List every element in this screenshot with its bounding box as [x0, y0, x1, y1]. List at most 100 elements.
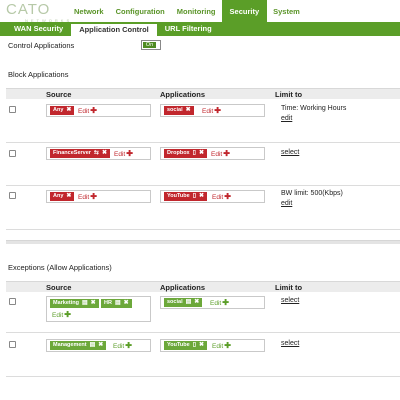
limit-select-link[interactable]: select: [281, 340, 299, 347]
close-icon[interactable]: ✖: [102, 150, 107, 156]
close-icon[interactable]: ✖: [124, 300, 129, 306]
close-icon[interactable]: ✖: [186, 107, 191, 113]
source-edit-button[interactable]: Edit✚: [113, 341, 132, 350]
plus-icon: ✚: [224, 341, 231, 350]
main-nav: Network Configuration Monitoring Securit…: [68, 0, 306, 22]
tab-wan-security[interactable]: WAN Security: [0, 22, 71, 36]
column-limit: Limit to: [275, 90, 303, 99]
tab-url-filtering[interactable]: URL Filtering: [157, 22, 220, 36]
apps-field[interactable]: social ✖ Edit✚: [160, 104, 265, 117]
row-checkbox[interactable]: [9, 298, 16, 305]
block-row: Any ✖ Edit✚ social ✖ Edit✚ Time: Working H…: [6, 100, 400, 143]
top-header: CATO NETWORKS Network Configuration Moni…: [0, 0, 400, 23]
limit-text: Time: Working Hours: [281, 105, 347, 112]
close-icon[interactable]: ✖: [91, 300, 96, 306]
nav-network[interactable]: Network: [68, 0, 110, 22]
server-icon: ⇆: [93, 150, 99, 156]
apps-field[interactable]: YouTube ▯ ✖ Edit✚: [160, 339, 265, 352]
plus-icon: ✚: [222, 298, 229, 307]
app-tag: Dropbox ▯ ✖: [164, 149, 207, 158]
plus-icon: ✚: [224, 192, 231, 201]
source-tag: Management ▤ ✖: [50, 341, 107, 350]
close-icon[interactable]: ✖: [98, 342, 103, 348]
source-field[interactable]: Any ✖ Edit✚: [46, 190, 151, 203]
limit-edit-link[interactable]: edit: [281, 200, 292, 207]
column-applications: Applications: [160, 90, 206, 99]
nav-configuration[interactable]: Configuration: [110, 0, 171, 22]
toggle-state: On: [143, 42, 156, 48]
source-tag: Any ✖: [50, 192, 75, 201]
apps-edit-button[interactable]: Edit✚: [202, 106, 221, 115]
source-field[interactable]: Marketing ▤ ✖ HR ▤ ✖ Edit✚: [46, 296, 151, 322]
apps-edit-button[interactable]: Edit✚: [210, 298, 229, 307]
close-icon[interactable]: ✖: [66, 107, 71, 113]
plus-icon: ✚: [214, 106, 221, 115]
nav-monitoring[interactable]: Monitoring: [171, 0, 222, 22]
apps-edit-button[interactable]: Edit✚: [212, 192, 231, 201]
plus-icon: ✚: [125, 341, 132, 350]
row-checkbox[interactable]: [9, 150, 16, 157]
close-icon[interactable]: ✖: [199, 342, 204, 348]
source-field[interactable]: Any ✖ Edit✚: [46, 104, 151, 117]
control-applications-toggle[interactable]: On: [141, 40, 161, 50]
source-tag: HR ▤ ✖: [101, 299, 132, 308]
exceptions-table-header: Source Applications Limit to: [6, 281, 400, 292]
block-applications-title: Block Applications: [8, 70, 69, 79]
logo-text: CATO: [6, 1, 51, 18]
mobile-icon: ▯: [192, 193, 197, 199]
mobile-icon: ▯: [192, 342, 197, 348]
source-field[interactable]: Management ▤ ✖ Edit✚: [46, 339, 151, 352]
app-tag: social ▤ ✖: [164, 298, 203, 307]
source-edit-button[interactable]: Edit✚: [52, 310, 71, 319]
source-field[interactable]: FinanceServer ⇆ ✖ Edit✚: [46, 147, 151, 160]
close-icon[interactable]: ✖: [194, 299, 199, 305]
close-icon[interactable]: ✖: [199, 150, 204, 156]
block-table-header: Source Applications Limit to: [6, 88, 400, 99]
plus-icon: ✚: [90, 106, 97, 115]
plus-icon: ✚: [126, 149, 133, 158]
source-edit-button[interactable]: Edit✚: [114, 149, 133, 158]
close-icon[interactable]: ✖: [66, 193, 71, 199]
source-tag: Any ✖: [50, 106, 75, 115]
close-icon[interactable]: ✖: [199, 193, 204, 199]
apps-field[interactable]: YouTube ▯ ✖ Edit✚: [160, 190, 265, 203]
section-divider: [6, 240, 400, 244]
plus-icon: ✚: [90, 192, 97, 201]
source-edit-button[interactable]: Edit✚: [78, 106, 97, 115]
control-applications-label: Control Applications: [8, 41, 75, 50]
source-tag: Marketing ▤ ✖: [50, 299, 99, 308]
sub-nav: WAN Security Application Control URL Fil…: [0, 22, 220, 36]
apps-edit-button[interactable]: Edit✚: [211, 149, 230, 158]
plus-icon: ✚: [64, 310, 71, 319]
nav-security[interactable]: Security: [221, 0, 268, 22]
apps-field[interactable]: social ▤ ✖ Edit✚: [160, 296, 265, 309]
limit-text: BW limit: 500(Kbps): [281, 190, 343, 197]
block-row: Any ✖ Edit✚ YouTube ▯ ✖ Edit✚ BW limit: 500…: [6, 186, 400, 230]
source-edit-button[interactable]: Edit✚: [78, 192, 97, 201]
group-icon: ▤: [185, 299, 192, 305]
exception-row: Management ▤ ✖ Edit✚ YouTube ▯ ✖ Edit✚ selec…: [6, 333, 400, 377]
group-icon: ▤: [114, 300, 121, 306]
apps-field[interactable]: Dropbox ▯ ✖ Edit✚: [160, 147, 265, 160]
column-source: Source: [46, 90, 72, 99]
row-checkbox[interactable]: [9, 192, 16, 199]
exception-row: Marketing ▤ ✖ HR ▤ ✖ Edit✚ social ▤ ✖ Edit✚ se…: [6, 293, 400, 333]
group-icon: ▤: [89, 342, 96, 348]
tab-application-control[interactable]: Application Control: [71, 22, 157, 36]
limit-select-link[interactable]: select: [281, 149, 299, 156]
app-tag: social ✖: [164, 106, 194, 115]
apps-edit-button[interactable]: Edit✚: [212, 341, 231, 350]
column-source: Source: [46, 283, 72, 292]
source-tag: FinanceServer ⇆ ✖: [50, 149, 110, 158]
app-tag: YouTube ▯ ✖: [164, 341, 208, 350]
block-row: FinanceServer ⇆ ✖ Edit✚ Dropbox ▯ ✖ Edit✚ se…: [6, 143, 400, 186]
mobile-icon: ▯: [192, 150, 196, 156]
row-checkbox[interactable]: [9, 106, 16, 113]
nav-system[interactable]: System: [267, 0, 306, 22]
limit-select-link[interactable]: select: [281, 297, 299, 304]
row-checkbox[interactable]: [9, 341, 16, 348]
column-applications: Applications: [160, 283, 206, 292]
cato-logo: CATO NETWORKS: [6, 1, 69, 23]
app-tag: YouTube ▯ ✖: [164, 192, 208, 201]
limit-edit-link[interactable]: edit: [281, 115, 292, 122]
